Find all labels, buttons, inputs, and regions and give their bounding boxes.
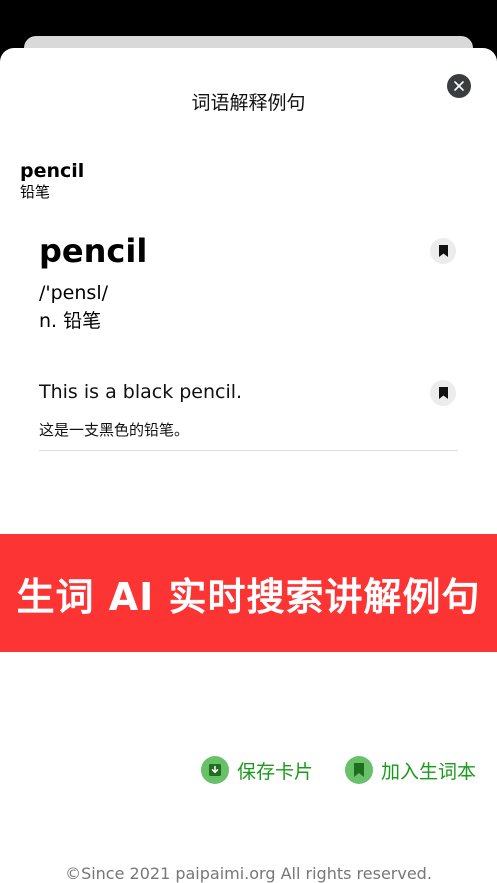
word-header: pencil 铅笔 [20, 160, 84, 202]
promo-banner: 生词 AI 实时搜索讲解例句 [0, 534, 497, 652]
add-wordbook-icon-wrap [345, 756, 373, 784]
footer-copyright: ©Since 2021 paipaimi.org All rights rese… [65, 864, 432, 883]
header-word: pencil [20, 160, 85, 182]
bookmark-icon [438, 387, 448, 399]
save-card-icon-wrap [201, 756, 229, 784]
sheet-title: 词语解释例句 [191, 92, 306, 114]
download-icon [209, 764, 221, 776]
example-translation: 这是一支黑色的铅笔。 [39, 421, 190, 439]
save-card-button[interactable]: 保存卡片 [201, 756, 313, 784]
header-meaning: 铅笔 [20, 183, 51, 201]
add-wordbook-label: 加入生词本 [381, 760, 477, 783]
bookmark-example-button[interactable] [430, 380, 456, 406]
bookmark-word-button[interactable] [430, 238, 456, 264]
save-card-label: 保存卡片 [237, 760, 314, 783]
close-icon [454, 81, 464, 91]
entry-word: pencil [39, 232, 148, 270]
explanation-sheet: 词语解释例句 pencil 铅笔 pencil /'pensl/ n. 铅笔 T… [0, 48, 497, 883]
bookmark-icon [354, 763, 364, 777]
promo-banner-text: 生词 AI 实时搜索讲解例句 [16, 574, 481, 619]
example-sentence: This is a black pencil. [39, 381, 243, 403]
add-to-wordbook-button[interactable]: 加入生词本 [345, 756, 476, 784]
entry-phonetic: /'pensl/ [39, 282, 108, 304]
bookmark-icon [438, 245, 448, 257]
entry-definition: n. 铅笔 [39, 310, 102, 332]
close-button[interactable] [447, 74, 471, 98]
divider [39, 450, 458, 451]
